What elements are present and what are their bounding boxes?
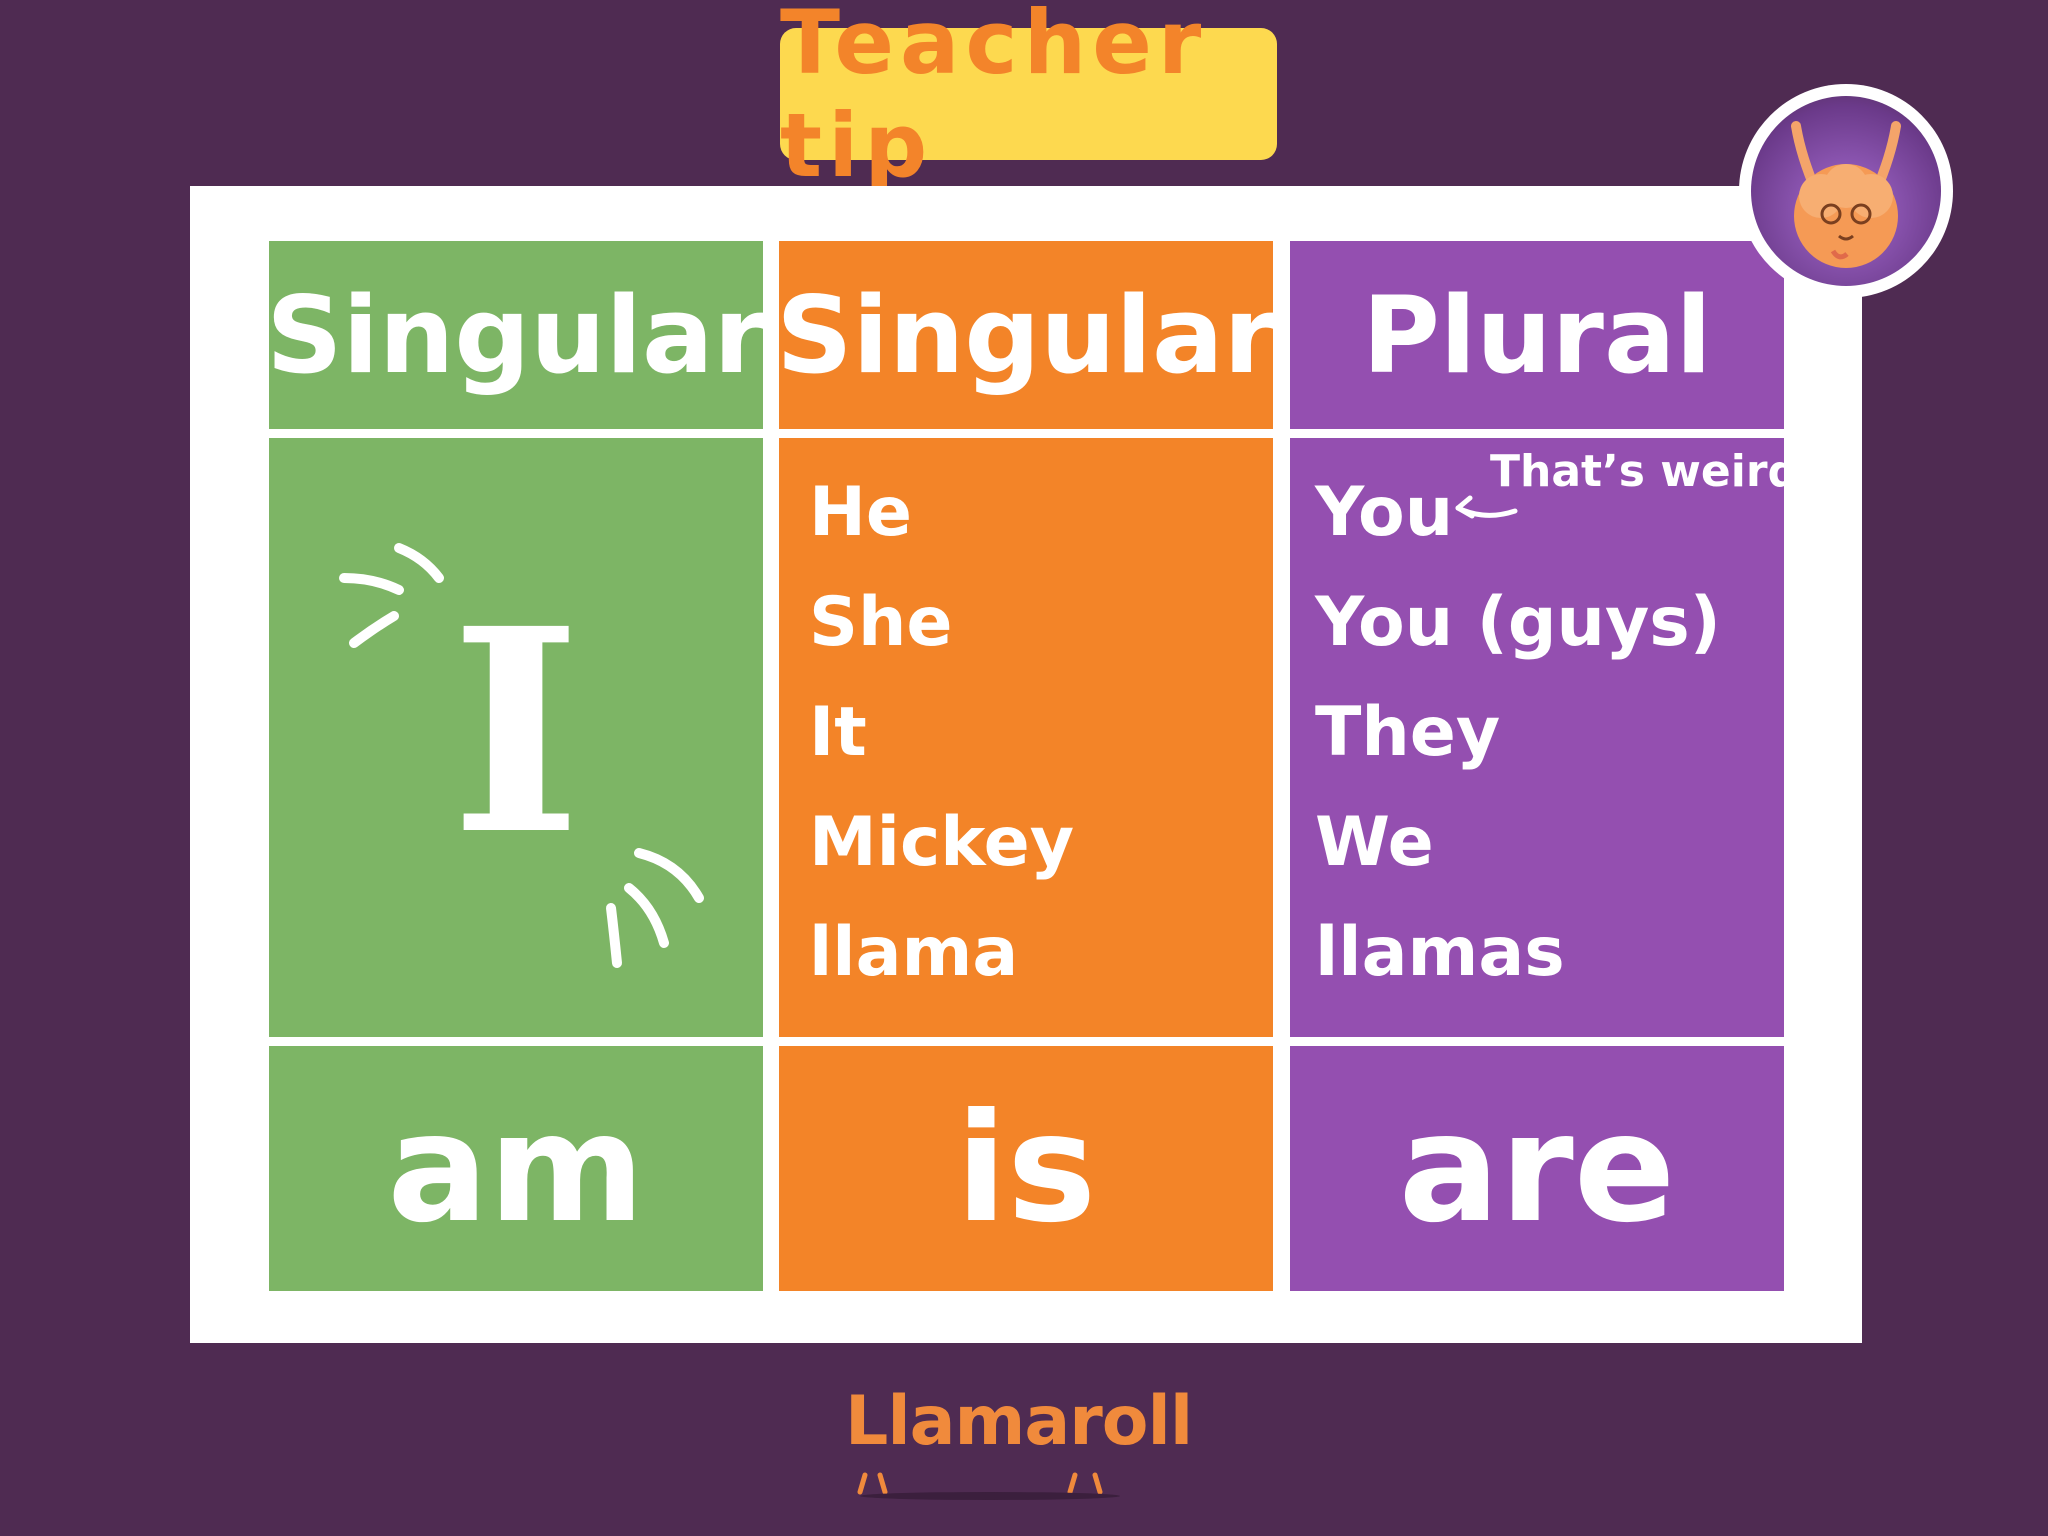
list-item: Mickey	[809, 803, 1075, 882]
plural-subject-list: You You (guys) They We llamas	[1315, 458, 1721, 1008]
verb-is: is	[779, 1046, 1273, 1291]
list-item: He	[809, 473, 913, 552]
list-item: It	[809, 693, 867, 772]
llama-avatar	[1739, 84, 1953, 298]
list-item: They	[1315, 693, 1501, 772]
teacher-tip-badge: Teacher tip	[780, 0, 1277, 197]
header-plural: Plural	[1290, 241, 1784, 429]
llama-face-icon	[1751, 96, 1941, 286]
list-item: You (guys)	[1315, 583, 1721, 662]
list-item: llama	[809, 913, 1019, 992]
subject-cell-i: I	[269, 438, 763, 1037]
subject-cell-he-she-it: He She It Mickey llama	[779, 438, 1273, 1037]
header-singular-i: Singular	[266, 241, 766, 429]
subject-cell-plural: You You (guys) They We llamas That’s wei…	[1290, 438, 1799, 1037]
logo-text: Llamaroll	[845, 1382, 1193, 1461]
verb-are: are	[1290, 1046, 1784, 1291]
verb-am: am	[269, 1046, 763, 1291]
grammar-card: Singular Singular Plural I He She It Mic…	[190, 186, 1862, 1343]
llamaroll-logo: Llamaroll	[845, 1360, 1193, 1500]
pronoun-i: I	[450, 568, 582, 897]
list-item: llamas	[1315, 913, 1565, 992]
list-item: She	[809, 583, 953, 662]
teacher-tip-label: Teacher tip	[780, 0, 1208, 197]
emphasis-lines-bottom-icon	[606, 848, 704, 968]
singular-subject-list: He She It Mickey llama	[809, 458, 1074, 1008]
annotation-note: That’s weird	[1490, 446, 1800, 497]
header-singular-he-she-it: Singular	[776, 241, 1276, 429]
list-item: We	[1315, 803, 1434, 882]
logo-legs-icon	[857, 1472, 1120, 1500]
